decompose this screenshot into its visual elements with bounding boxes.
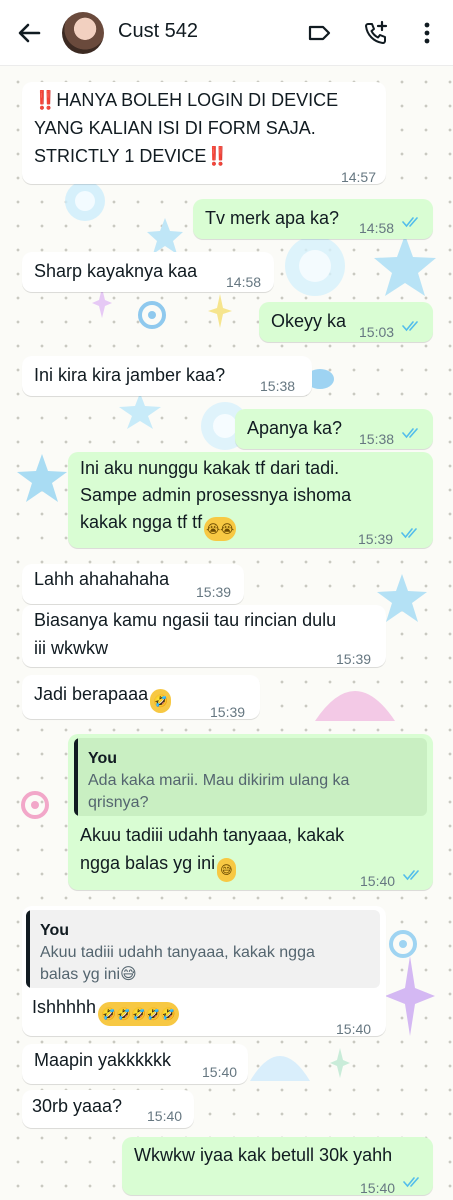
quote-author: You: [40, 922, 70, 939]
quote-text: balas yg ini😅: [40, 966, 137, 983]
message-text: Akuu tadiii udahh tanyaaa, kakak: [80, 825, 345, 845]
outgoing-reply-message[interactable]: You Ada kaka marii. Mau dikirim ulang ka…: [68, 734, 433, 890]
message-text: Ini aku nunggu kakak tf dari tadi.: [80, 458, 340, 478]
quote-author: You: [88, 750, 118, 767]
message-time: 15:40: [336, 1021, 372, 1037]
message-text-line: Jadi berapaaa 🤣: [34, 681, 172, 713]
message-time: 14:58: [359, 220, 395, 236]
incoming-message[interactable]: Lahh ahahahaha 15:39: [22, 564, 244, 604]
outgoing-message[interactable]: Apanya ka? 15:38: [235, 409, 433, 449]
message-text: Lahh ahahahaha: [34, 569, 170, 589]
add-call-icon[interactable]: [363, 20, 389, 46]
quote-text: Ada kaka marii. Mau dikirim ulang ka: [88, 772, 350, 789]
message-time: 15:40: [360, 873, 396, 889]
quote-bar: [26, 910, 30, 988]
message-text: Ishhhhh: [32, 997, 97, 1017]
starfish-doodle-icon: [17, 454, 67, 502]
message-text: Ini kira kira jamber kaa?: [34, 365, 226, 385]
message-text: Wkwkw iyaa kak betull 30k yahh: [134, 1145, 393, 1165]
chat-area[interactable]: ‼️HANYA BOLEH LOGIN DI DEVICE YANG KALIA…: [0, 66, 453, 1200]
shell-doodle-icon: [250, 1056, 310, 1081]
outgoing-message[interactable]: Tv merk apa ka? 14:58: [193, 199, 433, 239]
more-options-icon[interactable]: [414, 20, 440, 46]
read-ticks-icon: [402, 217, 418, 228]
message-text: Okeyy ka: [271, 311, 347, 331]
quote-text: qrisnya?: [88, 794, 149, 811]
bubble-doodle-icon: [285, 236, 345, 296]
starfish-doodle-icon: [374, 235, 436, 296]
message-text: STRICTLY 1 DEVICE‼️: [34, 146, 229, 166]
back-arrow-icon[interactable]: [14, 18, 44, 48]
incoming-message[interactable]: Jadi berapaaa 🤣 15:39: [22, 675, 260, 720]
quoted-message[interactable]: You Ada kaka marii. Mau dikirim ulang ka…: [74, 738, 427, 816]
message-text: Jadi berapaaa: [34, 684, 149, 704]
message-text: Apanya ka?: [247, 418, 343, 438]
label-icon[interactable]: [306, 20, 332, 46]
incoming-message[interactable]: Sharp kayaknya kaa 14:58: [22, 252, 274, 292]
outgoing-message[interactable]: Wkwkw iyaa kak betull 30k yahh 15:40: [122, 1137, 433, 1196]
sparkle-doodle-icon: [330, 1048, 350, 1078]
quoted-message[interactable]: You Akuu tadiii udahh tanyaaa, kakak ngg…: [26, 910, 380, 988]
message-time: 15:39: [336, 651, 372, 667]
read-ticks-icon: [402, 428, 418, 439]
message-text: Sampe admin prosessnya ishoma: [80, 485, 352, 505]
message-text: iii wkwkw: [34, 638, 108, 658]
sparkle-doodle-icon: [208, 294, 232, 328]
incoming-message[interactable]: 30rb yaaa? 15:40: [22, 1090, 194, 1128]
sparkle-doodle-icon: [385, 956, 435, 1036]
crying-emoji: 😭😭: [204, 517, 237, 541]
message-time: 15:03: [359, 324, 395, 340]
message-text: Sharp kayaknya kaa: [34, 261, 198, 281]
message-time: 15:39: [196, 584, 232, 600]
message-time: 15:38: [359, 431, 395, 447]
message-time: 15:40: [202, 1064, 238, 1080]
message-text: Maapin yakkkkkk: [34, 1050, 172, 1070]
starfish-doodle-icon: [147, 218, 183, 254]
message-time: 15:39: [210, 704, 246, 720]
swirl-doodle-icon: [138, 301, 166, 329]
message-text-line: ngga balas yg ini 😅: [80, 850, 236, 882]
rofl-emoji: 🤣🤣🤣🤣🤣: [98, 1002, 179, 1026]
incoming-message[interactable]: Biasanya kamu ngasii tau rincian dulu ii…: [22, 605, 386, 667]
message-time: 15:39: [358, 531, 394, 547]
message-time: 15:38: [260, 378, 296, 394]
incoming-message[interactable]: Maapin yakkkkkk 15:40: [22, 1044, 248, 1084]
quote-bar: [74, 738, 78, 816]
incoming-reply-message[interactable]: You Akuu tadiii udahh tanyaaa, kakak ngg…: [22, 906, 386, 1037]
incoming-message[interactable]: Ini kira kira jamber kaa? 15:38: [22, 356, 312, 396]
message-text: YANG KALIAN ISI DI FORM SAJA.: [34, 118, 316, 138]
read-ticks-icon: [401, 528, 417, 539]
read-ticks-icon: [403, 870, 419, 881]
message-time: 15:40: [147, 1108, 183, 1124]
message-text: ngga balas yg ini: [80, 853, 216, 873]
message-time: 14:58: [226, 274, 262, 290]
contact-avatar[interactable]: [62, 12, 104, 54]
shell-doodle-icon: [315, 691, 395, 721]
message-text-line: kakak ngga tf tf 😭😭: [80, 509, 237, 541]
quote-text: Akuu tadiii udahh tanyaaa, kakak ngga: [40, 944, 315, 961]
sweat-smile-emoji: 😅: [217, 858, 236, 882]
outgoing-message[interactable]: Ini aku nunggu kakak tf dari tadi. Sampe…: [68, 452, 433, 548]
rofl-emoji: 🤣: [150, 689, 172, 713]
message-time: 14:57: [340, 169, 376, 185]
incoming-message[interactable]: ‼️HANYA BOLEH LOGIN DI DEVICE YANG KALIA…: [22, 82, 386, 185]
message-text: 30rb yaaa?: [32, 1096, 123, 1116]
starfish-doodle-icon: [119, 393, 161, 429]
message-text-line: Ishhhhh 🤣🤣🤣🤣🤣: [32, 994, 179, 1026]
swirl-doodle-icon: [21, 791, 49, 819]
outgoing-message[interactable]: Okeyy ka 15:03: [259, 302, 433, 342]
message-text: Tv merk apa ka?: [205, 208, 340, 228]
message-text: Biasanya kamu ngasii tau rincian dulu: [34, 610, 337, 630]
contact-name[interactable]: Cust 542: [118, 20, 198, 43]
read-ticks-icon: [402, 321, 418, 332]
message-time: 15:40: [360, 1180, 396, 1196]
message-text: kakak ngga tf tf: [80, 512, 203, 532]
sparkle-doodle-icon: [92, 288, 112, 318]
read-ticks-icon: [403, 1177, 419, 1188]
chat-header: Cust 542: [0, 0, 453, 66]
message-text: ‼️HANYA BOLEH LOGIN DI DEVICE: [34, 90, 339, 110]
